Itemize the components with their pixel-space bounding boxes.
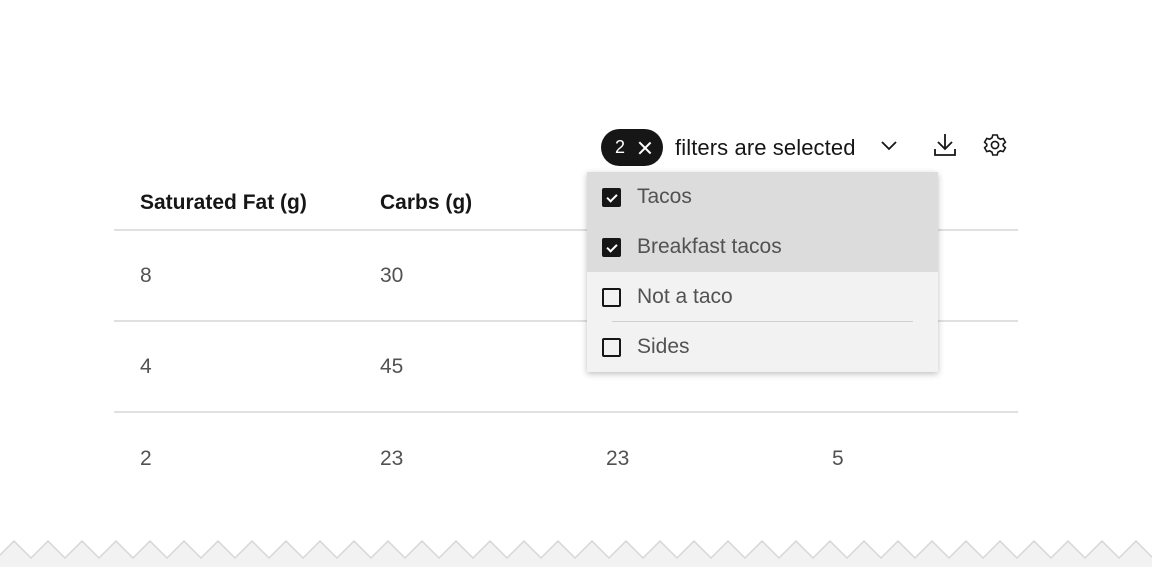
column-header[interactable]: Carbs (g) bbox=[355, 191, 581, 215]
gear-icon[interactable] bbox=[982, 131, 1008, 159]
checkbox-unchecked-icon[interactable] bbox=[602, 287, 621, 307]
table-cell: 45 bbox=[380, 354, 404, 378]
filter-toolbar: 2 filters are selected bbox=[601, 129, 1007, 166]
chevron-down-icon[interactable] bbox=[881, 141, 897, 151]
table-cell: 2 bbox=[140, 446, 152, 470]
filter-count-tag[interactable]: 2 bbox=[601, 129, 664, 166]
filter-count: 2 bbox=[615, 137, 626, 157]
download-icon[interactable] bbox=[932, 131, 958, 159]
table-cell: 23 bbox=[380, 446, 404, 470]
option-label: Sides bbox=[637, 335, 690, 358]
table-row: 2 23 23 5 bbox=[114, 413, 1018, 504]
checkbox-checked-icon[interactable] bbox=[602, 237, 621, 257]
filter-label[interactable]: filters are selected bbox=[675, 135, 856, 161]
table-cell: 30 bbox=[380, 263, 404, 287]
option-label: Tacos bbox=[637, 185, 692, 208]
option-label: Not a taco bbox=[637, 285, 733, 308]
filter-option-breakfast-tacos[interactable]: Breakfast tacos bbox=[587, 222, 938, 272]
column-header[interactable]: Saturated Fat (g) bbox=[114, 191, 355, 215]
filter-option-tacos[interactable]: Tacos bbox=[587, 172, 938, 222]
table-cell: 23 bbox=[606, 446, 630, 470]
close-icon[interactable] bbox=[637, 140, 653, 156]
torn-edge-divider bbox=[0, 539, 1152, 567]
option-label: Breakfast tacos bbox=[637, 235, 782, 258]
filter-dropdown-menu: Tacos Breakfast tacos Not a taco Sides bbox=[587, 172, 938, 372]
table-cell: 5 bbox=[832, 446, 844, 470]
checkbox-checked-icon[interactable] bbox=[602, 187, 621, 207]
checkbox-unchecked-icon[interactable] bbox=[602, 337, 621, 357]
table-cell: 4 bbox=[140, 354, 152, 378]
filter-option-not-a-taco[interactable]: Not a taco bbox=[587, 272, 938, 322]
table-cell: 8 bbox=[140, 263, 152, 287]
filter-option-sides[interactable]: Sides bbox=[587, 322, 938, 372]
